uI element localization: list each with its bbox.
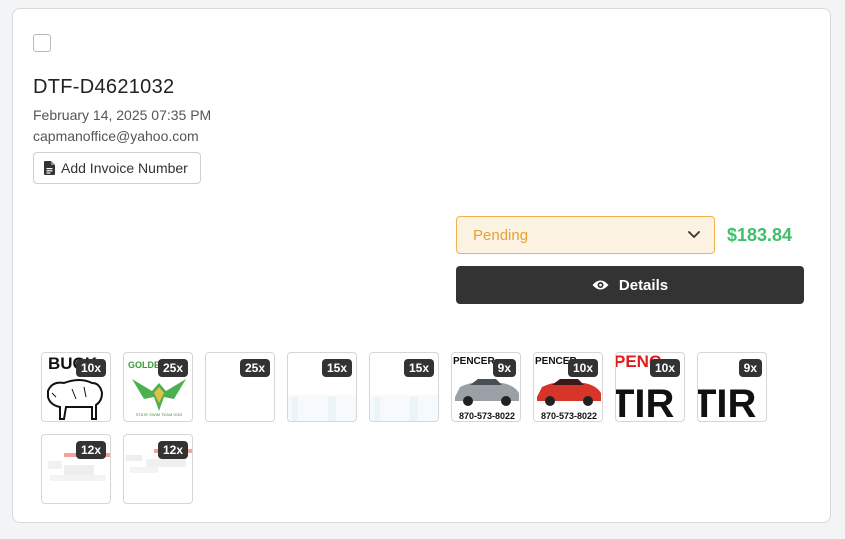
design-thumbnail[interactable]: 12x: [41, 434, 111, 504]
customer-email: capmanoffice@yahoo.com: [33, 128, 199, 144]
svg-text:STATE SWIM TEAM 2025: STATE SWIM TEAM 2025: [136, 412, 183, 417]
design-thumbnail[interactable]: 15x: [287, 352, 357, 422]
order-card: DTF-D4621032 February 14, 2025 07:35 PM …: [12, 8, 831, 523]
add-invoice-number-label: Add Invoice Number: [61, 160, 188, 176]
quantity-badge: 12x: [75, 441, 106, 459]
quantity-badge: 9x: [492, 359, 516, 377]
design-thumbnail[interactable]: GOLDEN STATE SWIM TEAM 2025 25x: [123, 352, 193, 422]
design-thumbnail[interactable]: 12x: [123, 434, 193, 504]
design-thumbnail[interactable]: BUCK 10x: [41, 352, 111, 422]
quantity-badge: 15x: [403, 359, 434, 377]
design-thumbnail[interactable]: PENC TIR 10x: [615, 352, 685, 422]
svg-text:TIR: TIR: [698, 382, 757, 422]
quantity-badge: 12x: [157, 441, 188, 459]
quantity-badge: 25x: [157, 359, 188, 377]
document-icon: [44, 161, 55, 175]
quantity-badge: 15x: [321, 359, 352, 377]
details-button[interactable]: Details: [456, 266, 804, 304]
eye-icon: [592, 279, 609, 291]
design-thumbnail[interactable]: PENCER 870-573-8022 10x: [533, 352, 603, 422]
design-thumbnail[interactable]: 25x: [205, 352, 275, 422]
svg-text:TIR: TIR: [616, 382, 675, 422]
svg-text:870-573-8022: 870-573-8022: [459, 411, 515, 421]
status-select[interactable]: Pending: [456, 216, 715, 254]
order-date: February 14, 2025 07:35 PM: [33, 107, 212, 123]
add-invoice-number-button[interactable]: Add Invoice Number: [33, 152, 201, 184]
svg-text:PENCER: PENCER: [453, 356, 495, 367]
details-label: Details: [618, 276, 669, 294]
quantity-badge: 25x: [239, 359, 270, 377]
design-thumbnails: BUCK 10x GOLDEN STATE SWIM TEAM 2025 25x…: [41, 352, 801, 504]
design-thumbnail[interactable]: TIR 9x: [697, 352, 767, 422]
design-thumbnail[interactable]: PENCER 870-573-8022 9x: [451, 352, 521, 422]
quantity-badge: 9x: [738, 359, 762, 377]
svg-text:870-573-8022: 870-573-8022: [541, 411, 597, 421]
quantity-badge: 10x: [75, 359, 106, 377]
order-total: $183.84: [727, 225, 793, 245]
design-thumbnail[interactable]: 15x: [369, 352, 439, 422]
status-value: Pending: [473, 226, 529, 244]
order-id: DTF-D4621032: [33, 76, 175, 98]
select-order-checkbox[interactable]: [33, 34, 51, 52]
quantity-badge: 10x: [567, 359, 598, 377]
quantity-badge: 10x: [649, 359, 680, 377]
chevron-down-icon: [688, 231, 700, 239]
